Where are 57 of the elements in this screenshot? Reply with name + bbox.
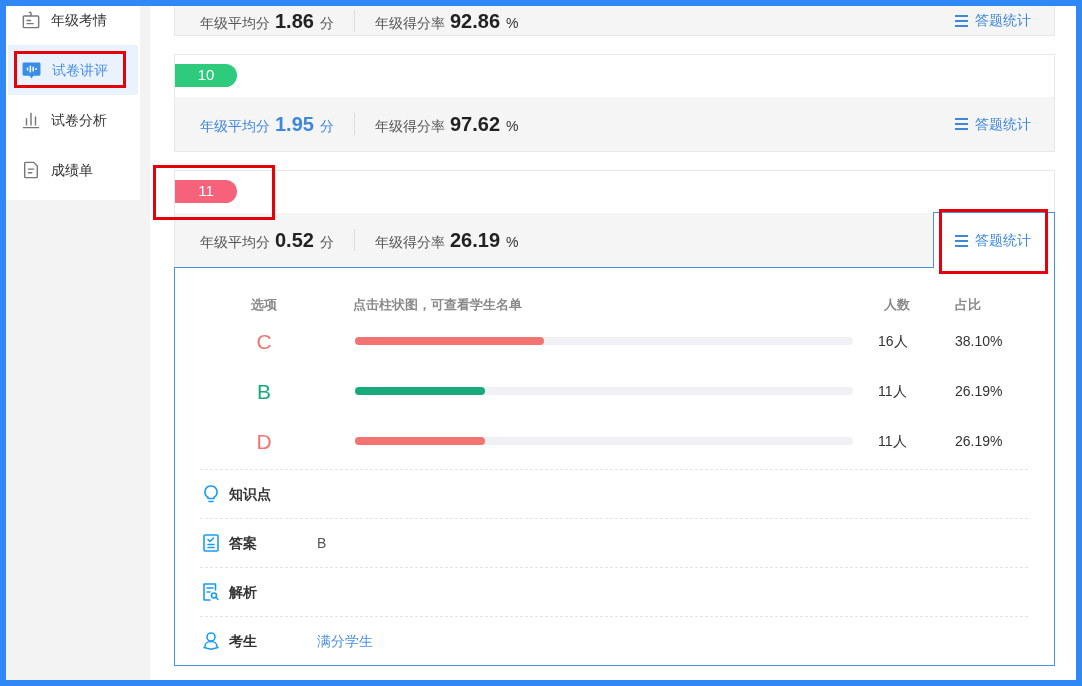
column-header: 点击柱状图，可查看学生名单 [353,297,522,313]
bar-chart-icon [22,111,40,129]
average-score-value: 1.86 [275,8,314,34]
share-percent: 26.19% [955,431,1003,451]
progress-fill[interactable] [355,387,486,395]
answer-stats-button[interactable]: 答题统计 [955,113,1031,135]
student-count: 11人 [878,433,907,449]
column-header: 选项 [251,296,277,315]
detail-label: 知识点 [229,486,271,502]
question-number-badge: 11 [175,180,237,203]
speech-bubble-icon [22,61,41,79]
progress-track[interactable] [355,387,853,395]
answer-stats-button[interactable]: 答题统计 [933,212,1055,268]
document-search-icon [203,583,219,601]
average-score-label: 年级平均分 [200,233,270,252]
student-count: 16人 [878,333,908,349]
detail-value: B [317,533,327,553]
score-unit: 分 [319,117,334,136]
detail-label: 考生 [229,633,257,649]
average-score-label: 年级平均分 [200,13,270,33]
progress-track[interactable] [355,337,853,345]
score-rate-value: 97.62 [450,112,501,137]
progress-track[interactable] [355,437,853,445]
percent-unit: % [506,13,519,33]
list-icon [955,14,968,27]
answer-stats-button[interactable]: 答题统计 [955,10,1031,31]
option-letter: D [256,430,272,452]
option-letter: B [257,380,271,402]
percent-unit: % [506,233,519,252]
share-percent: 26.19% [955,381,1003,401]
percent-unit: % [506,117,519,136]
user-icon [203,632,219,650]
share-percent: 38.10% [955,331,1003,351]
student-count: 11人 [878,383,907,399]
average-score-value: 0.52 [275,228,314,253]
list-icon [955,118,968,130]
score-rate-label: 年级得分率 [375,13,445,33]
column-header: 占比 [955,296,981,315]
full-score-students-link[interactable]: 满分学生 [317,630,373,652]
detail-label: 答案 [229,535,257,551]
question-number-badge: 10 [175,64,237,87]
score-rate-value: 92.86 [450,8,501,34]
average-score-label: 年级平均分 [200,117,270,136]
score-unit: 分 [319,233,334,252]
detail-label: 解析 [229,584,257,600]
column-header: 人数 [884,297,910,313]
clipboard-check-icon [203,534,219,552]
score-rate-value: 26.19 [450,228,501,253]
document-icon [22,161,40,179]
option-letter: C [256,330,272,352]
score-rate-label: 年级得分率 [375,117,445,136]
score-rate-label: 年级得分率 [375,233,445,252]
list-icon [955,234,968,247]
average-score-value: 1.95 [275,112,314,137]
lightbulb-icon [203,485,219,503]
board-icon [22,11,40,29]
score-unit: 分 [319,13,334,33]
